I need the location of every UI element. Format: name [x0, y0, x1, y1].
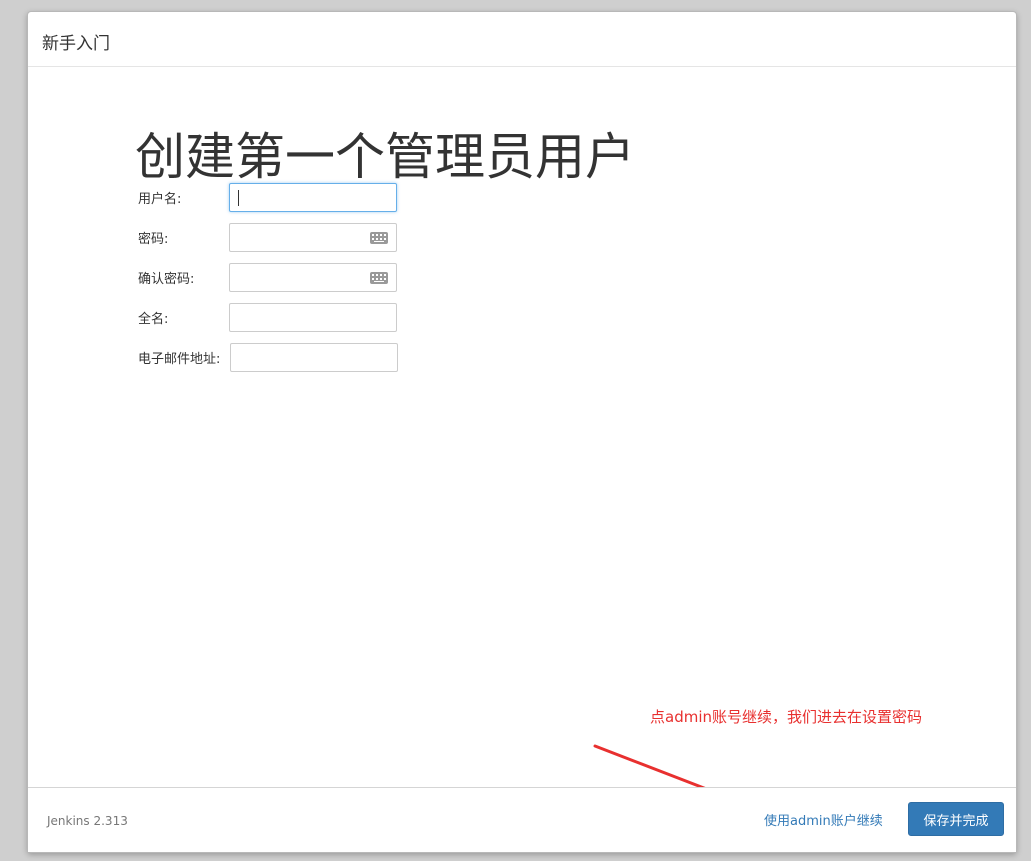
dialog-footer: Jenkins 2.313 使用admin账户继续 保存并完成: [28, 787, 1016, 852]
email-input[interactable]: [230, 343, 398, 372]
password-input[interactable]: [229, 223, 397, 252]
confirm-password-label: 确认密码:: [138, 272, 195, 287]
keyboard-icon[interactable]: [370, 232, 388, 244]
email-label: 电子邮件地址:: [138, 352, 221, 367]
password-label: 密码:: [138, 232, 169, 247]
fullname-label: 全名:: [138, 312, 169, 327]
confirm-password-input[interactable]: [229, 263, 397, 292]
username-label: 用户名:: [138, 192, 182, 207]
annotation-text: 点admin账号继续，我们进去在设置密码: [650, 708, 923, 726]
continue-as-admin-link[interactable]: 使用admin账户继续: [764, 810, 883, 829]
version-label: Jenkins 2.313: [47, 814, 128, 828]
text-caret: [238, 190, 239, 206]
keyboard-icon[interactable]: [370, 272, 388, 284]
dialog-title: 新手入门: [42, 34, 110, 54]
fullname-input[interactable]: [229, 303, 397, 332]
dialog-header: 新手入门: [28, 12, 1016, 67]
save-and-finish-button[interactable]: 保存并完成: [908, 802, 1004, 836]
setup-dialog: 新手入门 创建第一个管理员用户 用户名: 密码: 确认密码: 全名: 电子邮件地…: [27, 11, 1017, 853]
username-input[interactable]: [229, 183, 397, 212]
page-title: 创建第一个管理员用户: [135, 128, 635, 186]
